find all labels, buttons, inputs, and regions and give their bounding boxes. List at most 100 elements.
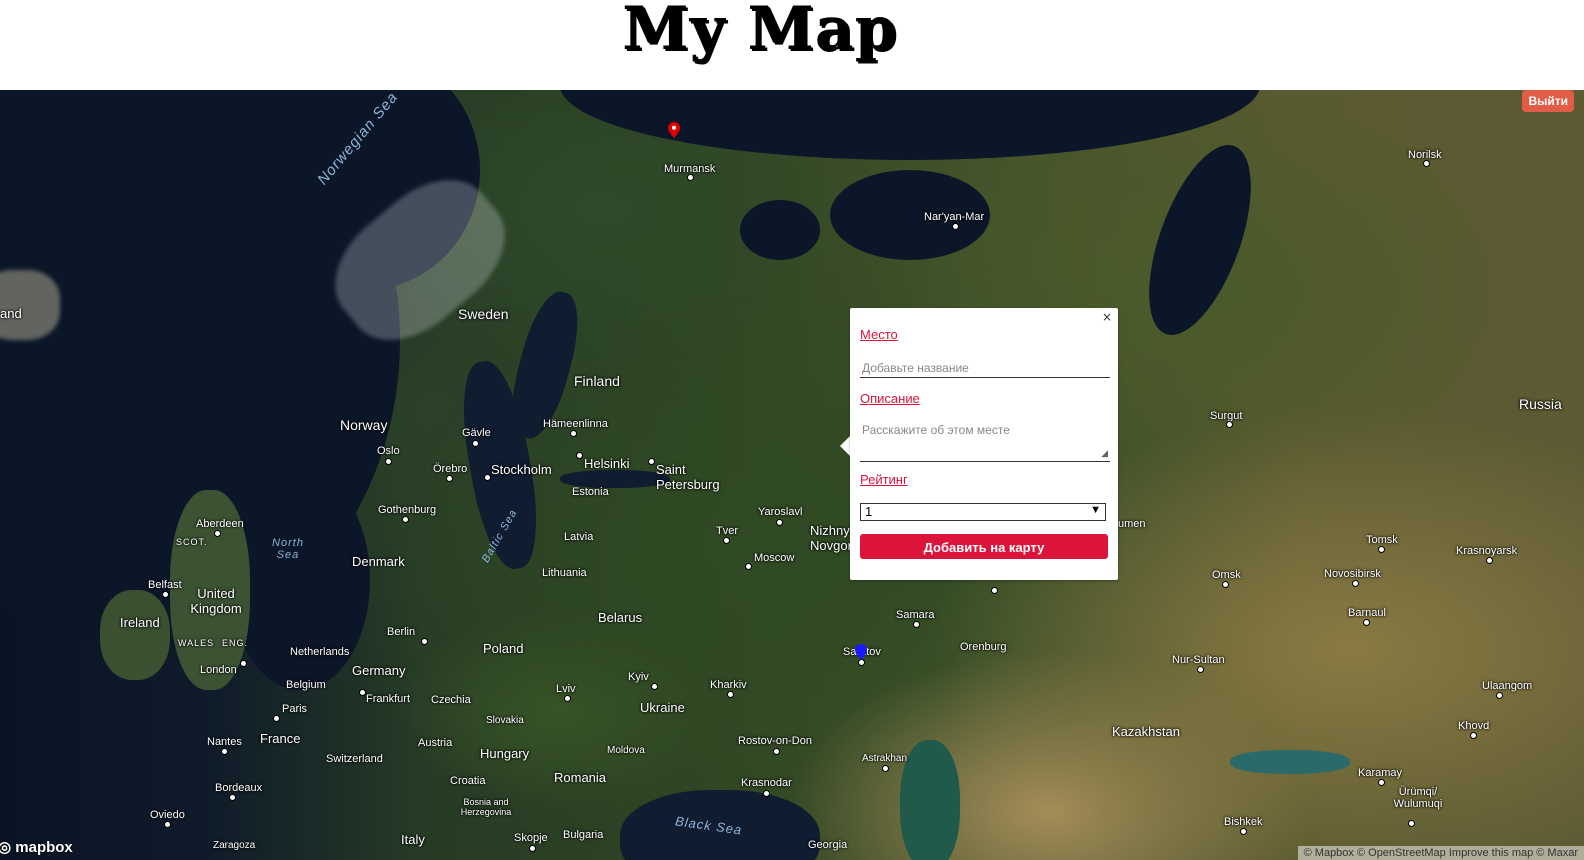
page-title: My Map (622, 0, 898, 64)
label-krasnoyarsk: Krasnoyarsk (1456, 545, 1518, 557)
ireland-land (100, 590, 170, 680)
description-textarea[interactable]: Расскажите об этом месте ◢ (860, 419, 1110, 462)
white-sea-water (740, 200, 820, 260)
city-dot-orenburg (991, 587, 998, 594)
label-norway: Norway (340, 417, 388, 433)
logout-button[interactable]: Выйти (1522, 90, 1574, 112)
city-dot-murmansk (687, 174, 694, 181)
map-canvas[interactable]: Norwegian Sea North Sea Baltic Sea Black… (0, 90, 1584, 860)
label-paris: Paris (282, 703, 308, 715)
label-united-kingdom: United Kingdom (190, 586, 242, 616)
label-ukraine: Ukraine (640, 700, 685, 715)
label-gothenburg: Gothenburg (378, 504, 437, 516)
label-urumqi: Ürümqi/ Wulumuqi (1393, 786, 1443, 810)
map-attribution[interactable]: © Mapbox © OpenStreetMap Improve this ma… (1297, 846, 1584, 860)
city-dot-belfast (162, 591, 169, 598)
close-icon[interactable]: × (1102, 310, 1112, 324)
city-dot-aberdeen (214, 530, 221, 537)
city-dot-saratov (858, 659, 865, 666)
label-finland: Finland (574, 373, 620, 389)
description-placeholder: Расскажите об этом месте (862, 423, 1010, 437)
label-hungary: Hungary (480, 746, 530, 761)
label-frankfurt: Frankfurt (366, 693, 411, 705)
city-dot-karamay (1378, 779, 1385, 786)
city-dot-urumqi (1408, 820, 1415, 827)
label-lviv: Lviv (556, 683, 576, 695)
city-dot-novosibirsk (1352, 580, 1359, 587)
label-khovd: Khovd (1458, 720, 1490, 732)
label-yaroslavl: Yaroslavl (758, 506, 803, 518)
city-dot-kharkiv (727, 691, 734, 698)
city-dot-khovd (1470, 732, 1477, 739)
city-dot-stockholm (484, 474, 491, 481)
label-italy: Italy (401, 832, 425, 847)
label-naryan-mar: Nar'yan-Mar (924, 211, 985, 223)
city-dot-frankfurt (359, 689, 366, 696)
kara-gulf (1128, 132, 1272, 348)
city-dot-oslo (385, 458, 392, 465)
label-oviedo: Oviedo (150, 809, 185, 821)
label-belfast: Belfast (148, 579, 182, 591)
rating-label: Рейтинг (860, 472, 908, 487)
resize-handle-icon[interactable]: ◢ (1101, 448, 1108, 459)
label-hameenlinna: Hämeenlinna (543, 418, 608, 430)
label-switzerland: Switzerland (326, 753, 383, 765)
city-dot-bordeaux (229, 794, 236, 801)
label-bulgaria: Bulgaria (563, 829, 604, 841)
city-dot-nantes (221, 748, 228, 755)
city-dot-barnaul (1363, 619, 1370, 626)
rating-select[interactable]: 1 ▼ (860, 503, 1106, 521)
label-karamay: Karamay (1358, 767, 1403, 779)
label-sweden: Sweden (458, 306, 509, 322)
map-marker-blue[interactable] (855, 644, 867, 660)
label-berlin: Berlin (387, 626, 416, 638)
label-london: London (200, 664, 237, 676)
city-dot-naryan-mar (952, 223, 959, 230)
city-dot-hameenlinna (570, 430, 577, 437)
label-germany: Germany (352, 663, 406, 678)
label-orenburg: Orenburg (960, 641, 1007, 653)
city-dot-saint-petersburg (648, 458, 655, 465)
label-surgut: Surgut (1210, 410, 1243, 422)
city-dot-nur-sultan (1197, 666, 1204, 673)
label-zaragoza: Zaragoza (213, 840, 256, 851)
label-tyumen: umen (1118, 518, 1146, 530)
city-dot-helsinki (576, 452, 583, 459)
city-dot-paris (273, 715, 280, 722)
add-place-popup: × Место Добавьте название Описание Расск… (850, 308, 1118, 580)
city-dot-krasnodar (763, 790, 770, 797)
label-kazakhstan: Kazakhstan (1112, 724, 1180, 739)
label-astrakhan: Astrakhan (862, 753, 908, 764)
city-dot-moscow (745, 563, 752, 570)
label-oslo: Oslo (377, 445, 400, 457)
map-marker-red[interactable] (668, 122, 680, 138)
rating-value: 1 (865, 504, 873, 519)
label-kharkiv: Kharkiv (710, 679, 747, 691)
city-dot-surgut (1226, 421, 1233, 428)
label-denmark: Denmark (352, 554, 405, 569)
label-belgium: Belgium (286, 679, 326, 691)
city-dot-bishkek (1240, 828, 1247, 835)
mapbox-logo-text: mapbox (15, 839, 73, 856)
label-iceland: and (0, 306, 22, 321)
mapbox-logo[interactable]: ◎ mapbox (0, 838, 73, 856)
city-dot-lviv (564, 695, 571, 702)
label-tver: Tver (716, 525, 738, 537)
label-scot: SCOT. (176, 537, 208, 547)
add-to-map-button[interactable]: Добавить на карту (860, 534, 1108, 559)
city-dot-orebro (446, 475, 453, 482)
label-bishkek: Bishkek (1224, 816, 1263, 828)
label-skopje: Skopje (514, 832, 548, 844)
city-dot-berlin (421, 638, 428, 645)
label-estonia: Estonia (572, 486, 609, 498)
label-novosibirsk: Novosibirsk (1324, 568, 1381, 580)
city-dot-london (240, 660, 247, 667)
label-helsinki: Helsinki (584, 456, 630, 471)
label-netherlands: Netherlands (290, 646, 350, 658)
place-input[interactable]: Добавьте название (860, 359, 1110, 378)
city-dot-samara (913, 621, 920, 628)
label-slovakia: Slovakia (486, 715, 524, 726)
label-north-sea: North Sea (272, 537, 304, 561)
label-kyiv: Kyiv (628, 671, 649, 683)
city-dot-krasnoyarsk (1486, 557, 1493, 564)
